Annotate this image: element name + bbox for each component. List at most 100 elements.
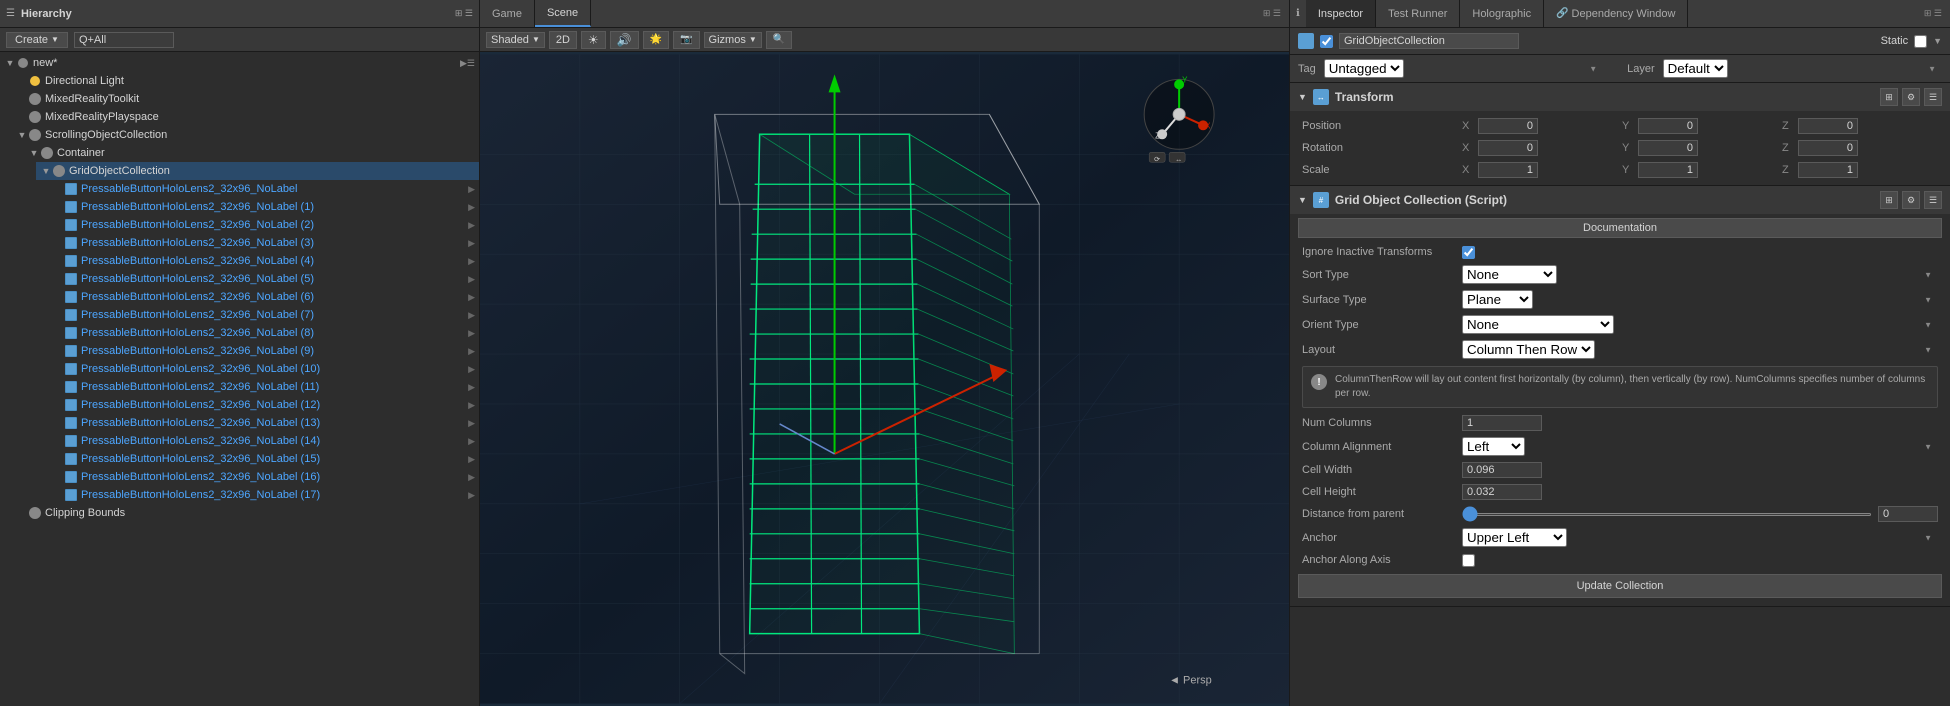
gizmos-dropdown[interactable]: Gizmos ▼ (704, 32, 762, 48)
list-item-btn10[interactable]: PressableButtonHoloLens2_32x96_NoLabel (… (48, 360, 479, 378)
goc-settings-btn[interactable]: ⚙ (1902, 191, 1920, 209)
tab-holographic[interactable]: Holographic (1460, 0, 1544, 27)
hierarchy-search[interactable] (74, 32, 174, 48)
tab-scene[interactable]: Scene (535, 0, 591, 27)
orient-type-dropdown[interactable]: None Object Align Face Origin Face Origi… (1462, 315, 1938, 334)
transform-header[interactable]: ↔ Transform ⊞ ⚙ ☰ (1290, 83, 1950, 111)
surface-type-select[interactable]: Plane Cylinder Sphere Radial (1462, 290, 1533, 309)
create-button[interactable]: Create ▼ (6, 32, 68, 48)
shading-dropdown[interactable]: Shaded ▼ (486, 32, 545, 48)
list-item-btn3[interactable]: PressableButtonHoloLens2_32x96_NoLabel (… (48, 234, 479, 252)
tag-select[interactable]: Untagged (1324, 59, 1404, 78)
transform-copy-btn[interactable]: ⊞ (1880, 88, 1898, 106)
layer-dropdown[interactable]: Default (1663, 59, 1942, 78)
num-columns-input[interactable] (1462, 415, 1542, 431)
scale-y-input[interactable] (1638, 162, 1698, 178)
layout-select[interactable]: Column Then Row Row Then Column (1462, 340, 1595, 359)
object-name-field[interactable] (1339, 33, 1519, 49)
expand-arrow-goc[interactable] (40, 165, 52, 177)
surface-type-dropdown[interactable]: Plane Cylinder Sphere Radial (1462, 290, 1938, 309)
anchor-along-axis-checkbox[interactable] (1462, 554, 1475, 567)
hierarchy-item-new[interactable]: new* ☰ (0, 54, 479, 72)
expand-arrow-new[interactable] (4, 57, 16, 69)
lighting-button[interactable]: ☀ (581, 31, 606, 49)
hierarchy-item-container[interactable]: Container (24, 144, 479, 162)
cell-height-input[interactable] (1462, 484, 1542, 500)
object-active-checkbox[interactable] (1320, 35, 1333, 48)
scale-z-input[interactable] (1798, 162, 1858, 178)
static-checkbox[interactable] (1914, 35, 1927, 48)
distance-value-input[interactable] (1878, 506, 1938, 522)
static-dropdown-arrow[interactable]: ▼ (1933, 36, 1942, 46)
position-x-input[interactable] (1478, 118, 1538, 134)
list-item-btn13[interactable]: PressableButtonHoloLens2_32x96_NoLabel (… (48, 414, 479, 432)
hierarchy-item-scrolling[interactable]: ScrollingObjectCollection (12, 126, 479, 144)
tab-test-runner[interactable]: Test Runner (1376, 0, 1460, 27)
list-item-btn8[interactable]: PressableButtonHoloLens2_32x96_NoLabel (… (48, 324, 479, 342)
layer-select[interactable]: Default (1663, 59, 1728, 78)
list-item-btn5[interactable]: PressableButtonHoloLens2_32x96_NoLabel (… (48, 270, 479, 288)
list-item-btn7[interactable]: PressableButtonHoloLens2_32x96_NoLabel (… (48, 306, 479, 324)
rotation-z-input[interactable] (1798, 140, 1858, 156)
tab-game[interactable]: Game (480, 0, 535, 27)
scale-x-input[interactable] (1478, 162, 1538, 178)
effects-button[interactable]: 🌟 (643, 31, 669, 49)
column-alignment-dropdown[interactable]: Left Center Right (1462, 437, 1938, 456)
search-scene-button[interactable]: 🔍 (766, 31, 792, 49)
position-y-input[interactable] (1638, 118, 1698, 134)
list-item-btn15[interactable]: PressableButtonHoloLens2_32x96_NoLabel (… (48, 450, 479, 468)
hierarchy-item-mrtk[interactable]: MixedRealityToolkit (12, 90, 479, 108)
audio-button[interactable]: 🔊 (610, 31, 639, 49)
list-item-btn16[interactable]: PressableButtonHoloLens2_32x96_NoLabel (… (48, 468, 479, 486)
list-item-btn2[interactable]: PressableButtonHoloLens2_32x96_NoLabel (… (48, 216, 479, 234)
hierarchy-item-label-new: new* (33, 57, 57, 69)
list-item-label-btn9: PressableButtonHoloLens2_32x96_NoLabel (… (81, 345, 314, 357)
layout-dropdown[interactable]: Column Then Row Row Then Column (1462, 340, 1938, 359)
list-item-btn14[interactable]: PressableButtonHoloLens2_32x96_NoLabel (… (48, 432, 479, 450)
expand-arrow-scrolling[interactable] (16, 129, 28, 141)
tag-dropdown[interactable]: Untagged (1324, 59, 1603, 78)
inspector-options[interactable]: ⊞ ☰ (1924, 8, 1942, 19)
list-item-btn17[interactable]: PressableButtonHoloLens2_32x96_NoLabel (… (48, 486, 479, 504)
list-item-btn0[interactable]: PressableButtonHoloLens2_32x96_NoLabel (48, 180, 479, 198)
update-collection-button[interactable]: Update Collection (1298, 574, 1942, 598)
hierarchy-item-playspace[interactable]: MixedRealityPlayspace (12, 108, 479, 126)
goc-copy-btn[interactable]: ⊞ (1880, 191, 1898, 209)
column-alignment-select[interactable]: Left Center Right (1462, 437, 1525, 456)
camera-button[interactable]: 📷 (673, 31, 699, 49)
transform-expand-arrow[interactable] (1298, 92, 1307, 102)
list-item-btn9[interactable]: PressableButtonHoloLens2_32x96_NoLabel (… (48, 342, 479, 360)
scene-viewport[interactable]: Y X Z ⟳ ↔ ◄ Persp (480, 52, 1289, 706)
list-item-btn4[interactable]: PressableButtonHoloLens2_32x96_NoLabel (… (48, 252, 479, 270)
rotation-x-input[interactable] (1478, 140, 1538, 156)
goc-expand-arrow[interactable] (1298, 195, 1307, 205)
documentation-button[interactable]: Documentation (1298, 218, 1942, 238)
tab-inspector[interactable]: Inspector (1306, 0, 1376, 27)
anchor-dropdown[interactable]: Upper Left Upper Center Upper Right Midd… (1462, 528, 1938, 547)
cell-width-input[interactable] (1462, 462, 1542, 478)
2d-button[interactable]: 2D (549, 31, 577, 49)
expand-arrow-container[interactable] (28, 147, 40, 159)
transform-menu-btn[interactable]: ☰ (1924, 88, 1942, 106)
list-item-btn1[interactable]: PressableButtonHoloLens2_32x96_NoLabel (… (48, 198, 479, 216)
distance-slider[interactable] (1462, 513, 1872, 516)
sort-type-dropdown[interactable]: None Alphabetical Reverse Custom (1462, 265, 1938, 284)
grid-object-collection-header[interactable]: # Grid Object Collection (Script) ⊞ ⚙ ☰ (1290, 186, 1950, 214)
transform-settings-btn[interactable]: ⚙ (1902, 88, 1920, 106)
list-item-btn6[interactable]: PressableButtonHoloLens2_32x96_NoLabel (… (48, 288, 479, 306)
orient-type-select[interactable]: None Object Align Face Origin Face Origi… (1462, 315, 1614, 334)
goc-menu-btn[interactable]: ☰ (1924, 191, 1942, 209)
list-item-btn12[interactable]: PressableButtonHoloLens2_32x96_NoLabel (… (48, 396, 479, 414)
ignore-inactive-checkbox[interactable] (1462, 246, 1475, 259)
position-z-input[interactable] (1798, 118, 1858, 134)
hierarchy-item-gridobjectcollection[interactable]: GridObjectCollection (36, 162, 479, 180)
hierarchy-item-directional-light[interactable]: Directional Light (12, 72, 479, 90)
column-alignment-row: Column Alignment Left Center Right (1298, 434, 1942, 459)
anchor-select[interactable]: Upper Left Upper Center Upper Right Midd… (1462, 528, 1567, 547)
tab-dependency-window[interactable]: 🔗 Dependency Window (1544, 0, 1688, 27)
list-item-btn11[interactable]: PressableButtonHoloLens2_32x96_NoLabel (… (48, 378, 479, 396)
sort-type-select[interactable]: None Alphabetical Reverse Custom (1462, 265, 1557, 284)
hierarchy-item-clipping[interactable]: Clipping Bounds (12, 504, 479, 522)
scene-panel-options[interactable]: ⊞ ☰ (1263, 8, 1281, 19)
rotation-y-input[interactable] (1638, 140, 1698, 156)
